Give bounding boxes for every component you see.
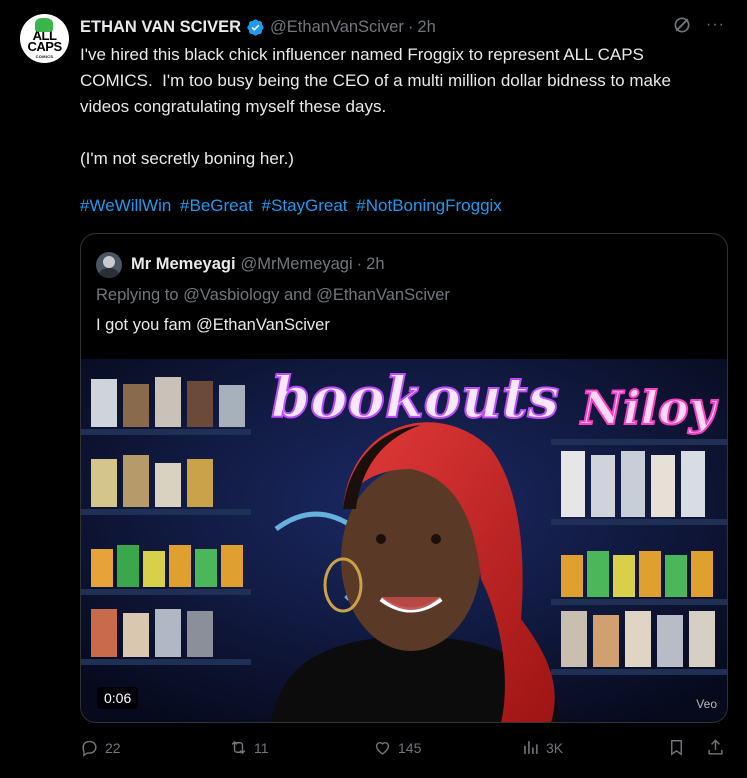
neon-sign-left: bookouts [271, 365, 559, 431]
hashtags: #WeWillWin #BeGreat #StayGreat #NotBonin… [80, 193, 506, 219]
quoted-author-avatar[interactable] [96, 252, 122, 278]
hashtag-link[interactable]: #WeWillWin [80, 196, 171, 215]
tweet-text: I've hired this black chick influencer n… [80, 45, 671, 168]
views-button[interactable]: 3K [521, 738, 563, 757]
author-handle[interactable]: @EthanVanSciver [270, 18, 404, 37]
hashtag-link[interactable]: #NotBoningFroggix [356, 196, 502, 215]
tweet-time[interactable]: 2h [417, 18, 435, 37]
quoted-display-name[interactable]: Mr Memeyagi [131, 255, 236, 274]
video-duration: 0:06 [97, 687, 139, 709]
like-icon [375, 742, 390, 755]
bookmark-icon [671, 740, 682, 756]
video-frame: bookouts Niloy [81, 359, 727, 722]
more-icon[interactable]: ··· [706, 15, 725, 35]
repost-button[interactable]: 11 [229, 738, 269, 757]
bookmark-button[interactable] [667, 738, 686, 757]
quoted-time[interactable]: 2h [366, 255, 384, 274]
author-avatar[interactable]: ALL CAPS COMICS [20, 14, 69, 63]
avatar-logo-text: ALL CAPS [27, 28, 63, 54]
grok-icon[interactable] [672, 15, 692, 35]
hashtag-link[interactable]: #StayGreat [262, 196, 348, 215]
verified-icon[interactable] [246, 18, 265, 37]
reply-icon [82, 740, 97, 757]
share-button[interactable] [706, 738, 725, 757]
quoted-handle[interactable]: @MrMemeyagi [241, 255, 353, 274]
like-count: 145 [398, 739, 422, 756]
separator-dot: · [407, 17, 414, 36]
views-count: 3K [546, 739, 564, 756]
author-display-name[interactable]: ETHAN VAN SCIVER [80, 18, 241, 37]
repost-count: 11 [254, 739, 269, 756]
quoted-tweet-header: Mr Memeyagi @MrMemeyagi · 2h [131, 255, 385, 274]
quoted-tweet-text: I got you fam @EthanVanSciver [96, 316, 330, 334]
quoted-tweet[interactable]: Mr Memeyagi @MrMemeyagi · 2h Replying to… [80, 233, 728, 723]
neon-sign-right: Niloy [579, 381, 719, 435]
separator-dot: · [356, 255, 363, 273]
views-icon [524, 741, 538, 754]
avatar-logo-subtext: COMICS [35, 54, 54, 59]
top-right-actions: ··· [672, 15, 725, 35]
veo-watermark: Veo [696, 697, 717, 711]
replying-to-text: Replying to @Vasbiology and @EthanVanSci… [96, 286, 450, 304]
like-button[interactable]: 145 [373, 738, 421, 757]
reply-button[interactable]: 22 [80, 738, 121, 757]
tweet-action-bar: 22 11 145 3K [80, 738, 728, 762]
tweet-header: ETHAN VAN SCIVER @EthanVanSciver · 2h [80, 17, 436, 37]
repost-icon [231, 740, 246, 755]
share-icon [708, 739, 723, 755]
hashtag-link[interactable]: #BeGreat [180, 196, 253, 215]
all-caps-logo: ALL CAPS COMICS [20, 14, 69, 63]
reply-count: 22 [105, 739, 121, 756]
video-player[interactable]: bookouts Niloy 0:06 Veo [81, 359, 727, 722]
